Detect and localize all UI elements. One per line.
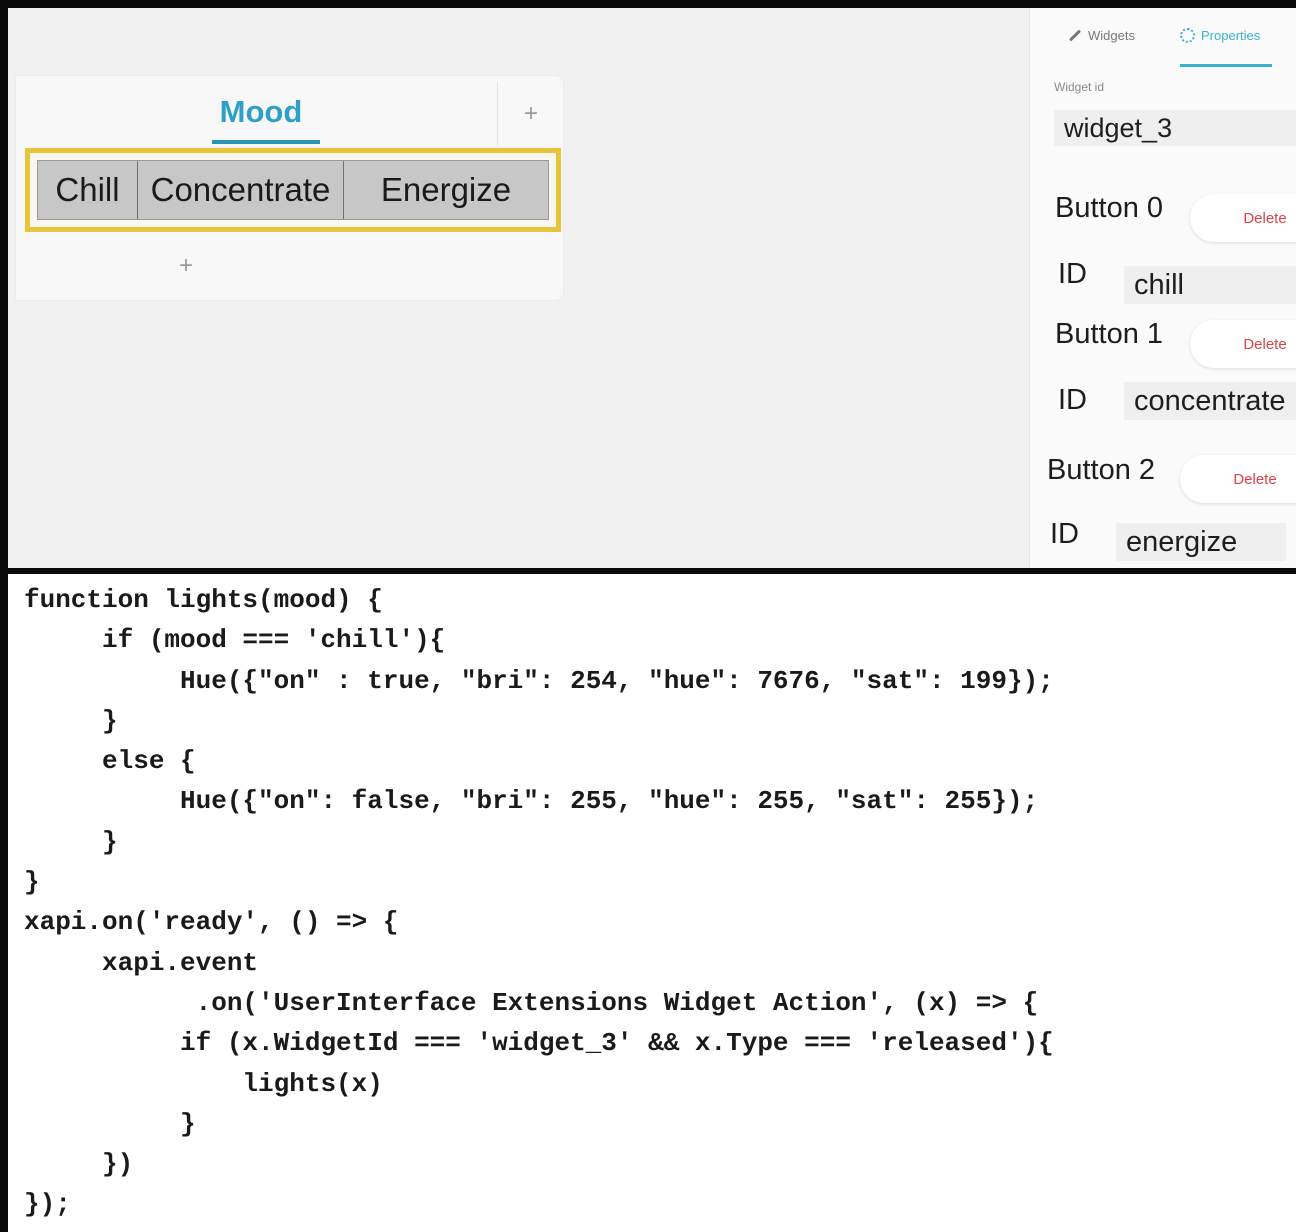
tab-properties-label: Properties: [1201, 28, 1261, 43]
delete-button-1[interactable]: Delete: [1190, 320, 1296, 368]
page-tab-mood[interactable]: Mood: [201, 94, 321, 130]
tab-properties[interactable]: Properties: [1180, 28, 1260, 43]
widget-id-field[interactable]: widget_3: [1054, 110, 1296, 146]
button-1-id-field[interactable]: concentrate: [1124, 382, 1296, 420]
group-button-concentrate[interactable]: Concentrate: [138, 161, 344, 219]
macro-code-block: function lights(mood) { if (mood === 'ch…: [24, 585, 1054, 1220]
add-row-button[interactable]: +: [171, 252, 201, 280]
properties-panel: Widgets Properties Widget id widget_3 Bu…: [1029, 8, 1296, 568]
button-1-id-label: ID: [1058, 384, 1087, 416]
group-button-widget-selected[interactable]: Chill Concentrate Energize: [25, 148, 561, 232]
button-0-id-field[interactable]: chill: [1124, 266, 1296, 304]
delete-button-0[interactable]: Delete: [1190, 194, 1296, 242]
button-0-id-label: ID: [1058, 258, 1087, 290]
button-2-id-field[interactable]: energize: [1116, 523, 1286, 561]
button-1-label: Button 1: [1055, 318, 1164, 350]
button-2-label: Button 2: [1047, 454, 1156, 486]
group-button-row: Chill Concentrate Energize: [37, 160, 549, 220]
ui-editor-screenshot: Mood + Chill Concentrate Energize + Widg…: [0, 0, 1296, 574]
widget-canvas-panel: Mood + Chill Concentrate Energize +: [16, 76, 563, 300]
delete-button-2[interactable]: Delete: [1180, 455, 1296, 503]
active-tab-indicator: [1180, 64, 1272, 67]
gear-icon: [1180, 28, 1195, 43]
add-page-button[interactable]: +: [516, 100, 546, 128]
tab-widgets[interactable]: Widgets: [1068, 28, 1135, 43]
panel-tabs: Widgets Properties: [1030, 28, 1296, 68]
button-0-label: Button 0: [1055, 192, 1164, 224]
active-tab-indicator: [212, 140, 320, 144]
tab-widgets-label: Widgets: [1088, 28, 1135, 43]
widget-id-label: Widget id: [1054, 80, 1105, 94]
divider: [497, 82, 498, 146]
group-button-chill[interactable]: Chill: [38, 161, 138, 219]
group-button-energize[interactable]: Energize: [344, 161, 548, 219]
pencil-icon: [1068, 29, 1082, 42]
button-2-id-label: ID: [1050, 518, 1079, 550]
code-panel: function lights(mood) { if (mood === 'ch…: [0, 574, 1296, 1232]
